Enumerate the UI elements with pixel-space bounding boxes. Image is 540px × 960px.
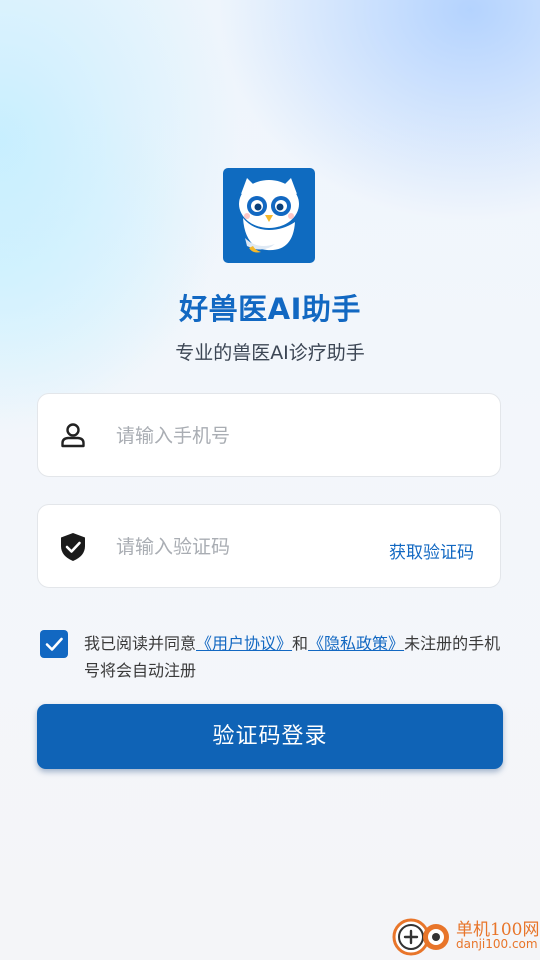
watermark-url: danji100.com xyxy=(456,937,538,951)
watermark: 单机100网 danji100.com xyxy=(390,912,540,960)
verification-code-field[interactable]: 获取验证码 xyxy=(37,504,501,588)
app-logo xyxy=(223,168,315,263)
verification-login-button[interactable]: 验证码登录 xyxy=(37,704,503,769)
checkmark-icon xyxy=(45,637,63,651)
verification-code-input[interactable] xyxy=(116,527,386,567)
page-background xyxy=(0,0,540,960)
privacy-policy-link[interactable]: 《隐私政策》 xyxy=(308,634,404,653)
owl-mascot-icon xyxy=(239,178,299,253)
app-title: 好兽医AI助手 xyxy=(179,292,361,326)
app-subtitle: 专业的兽医AI诊疗助手 xyxy=(175,342,365,364)
person-icon xyxy=(59,421,87,449)
watermark-logo-icon xyxy=(392,918,449,956)
agreement-prefix: 我已阅读并同意 xyxy=(84,634,197,653)
shield-check-icon xyxy=(59,532,87,561)
agreement-checkbox[interactable] xyxy=(40,630,68,658)
phone-field[interactable] xyxy=(37,393,501,477)
get-code-button[interactable]: 获取验证码 xyxy=(389,538,474,563)
agreement-conjunction: 和 xyxy=(292,634,309,653)
phone-input[interactable] xyxy=(116,416,386,456)
agreement-text: 我已阅读并同意《用户协议》和《隐私政策》未注册的手机号将会自动注册 xyxy=(84,630,504,684)
user-agreement-link[interactable]: 《用户协议》 xyxy=(196,634,292,653)
